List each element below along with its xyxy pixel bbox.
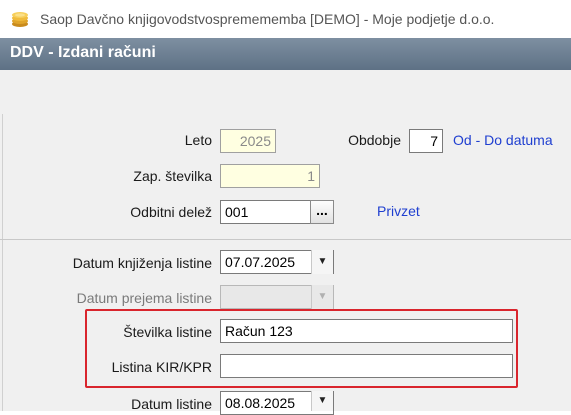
listina-kir-field[interactable] xyxy=(220,354,513,378)
zap-stevilka-field[interactable]: 1 xyxy=(220,164,320,188)
odbitni-delez-label: Odbitni delež xyxy=(130,204,212,220)
window-title: Saop Davčno knjigovodstvospremememba [DE… xyxy=(40,11,495,27)
od-do-datuma-link[interactable]: Od - Do datuma xyxy=(453,132,553,148)
odbitni-delez-browse-button[interactable]: ... xyxy=(310,200,334,224)
toolbar xyxy=(0,70,571,115)
obdobje-label: Obdobje xyxy=(348,132,401,148)
stevilka-listine-label: Številka listine xyxy=(123,324,212,340)
section-divider xyxy=(0,239,571,240)
panel-border xyxy=(2,114,3,411)
listina-kir-label: Listina KIR/KPR xyxy=(111,359,212,375)
chevron-down-icon[interactable]: ▼ xyxy=(311,250,333,274)
datum-prejema-label: Datum prejema listine xyxy=(76,290,212,306)
leto-label: Leto xyxy=(184,132,212,148)
odbitni-delez-field[interactable]: 001 xyxy=(220,200,312,224)
privzet-link[interactable]: Privzet xyxy=(377,203,420,219)
datum-knjizenja-value: 07.07.2025 xyxy=(225,254,296,270)
coins-icon xyxy=(12,12,28,27)
stevilka-listine-field[interactable]: Račun 123 xyxy=(220,319,513,343)
datum-listine-value: 08.08.2025 xyxy=(225,395,296,411)
chevron-down-icon: ▼ xyxy=(311,285,333,309)
window-titlebar: Saop Davčno knjigovodstvospremememba [DE… xyxy=(0,0,571,38)
datum-knjizenja-label: Datum knjiženja listine xyxy=(72,255,212,271)
datum-listine-label: Datum listine xyxy=(131,396,212,412)
leto-field[interactable]: 2025 xyxy=(220,129,276,153)
page-title: DDV - Izdani računi xyxy=(10,44,156,61)
chevron-down-icon[interactable]: ▼ xyxy=(311,391,333,411)
form-header: DDV - Izdani računi xyxy=(0,38,571,70)
zap-stevilka-label: Zap. številka xyxy=(133,168,212,184)
obdobje-field[interactable]: 7 xyxy=(409,129,443,153)
